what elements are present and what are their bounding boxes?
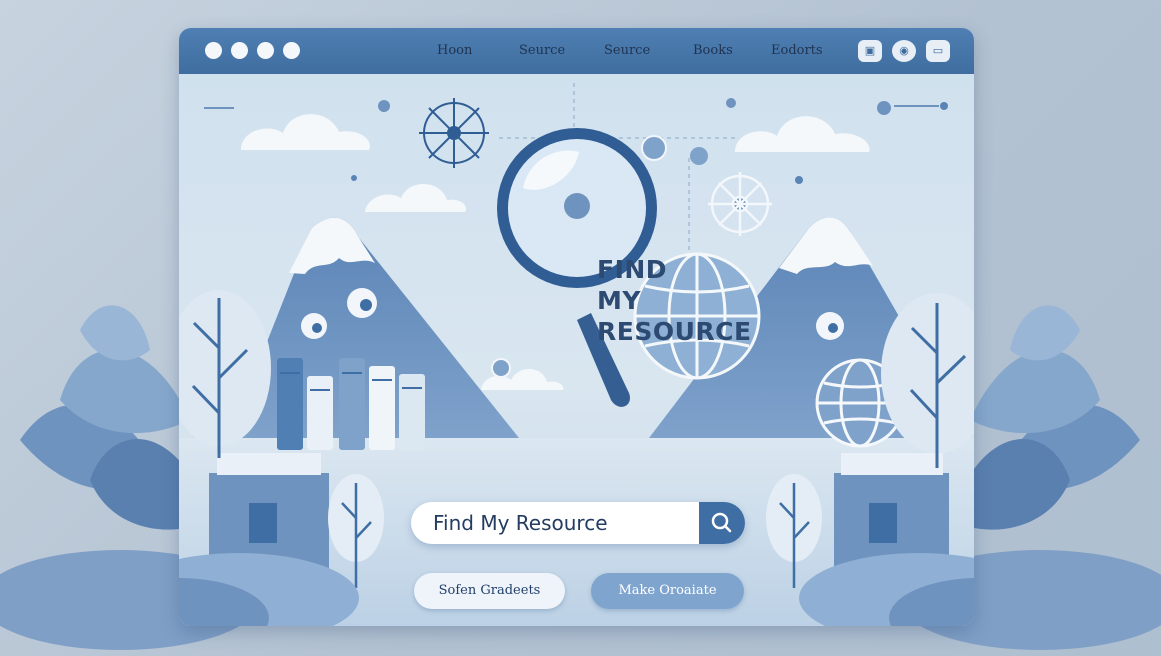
leaf xyxy=(1010,305,1080,361)
headline-line: MY xyxy=(597,286,641,315)
compass-wheel-icon xyxy=(419,98,489,168)
orb xyxy=(491,358,511,378)
headline-line: RESOURCE xyxy=(597,317,752,346)
compass-wheel-icon xyxy=(708,172,772,236)
search-button[interactable] xyxy=(699,502,745,544)
make-graduate-button[interactable]: Make Oroaiate xyxy=(591,573,744,609)
search-icon xyxy=(711,512,732,533)
search-gradients-button[interactable]: Sofen Gradeets xyxy=(414,573,565,609)
search-bar[interactable]: Find My Resource xyxy=(411,502,745,544)
leaf xyxy=(80,305,150,361)
search-input[interactable]: Find My Resource xyxy=(433,511,608,535)
hero-headline: FIND MY RESOURCE xyxy=(597,254,752,347)
headline-line: FIND xyxy=(597,255,668,284)
